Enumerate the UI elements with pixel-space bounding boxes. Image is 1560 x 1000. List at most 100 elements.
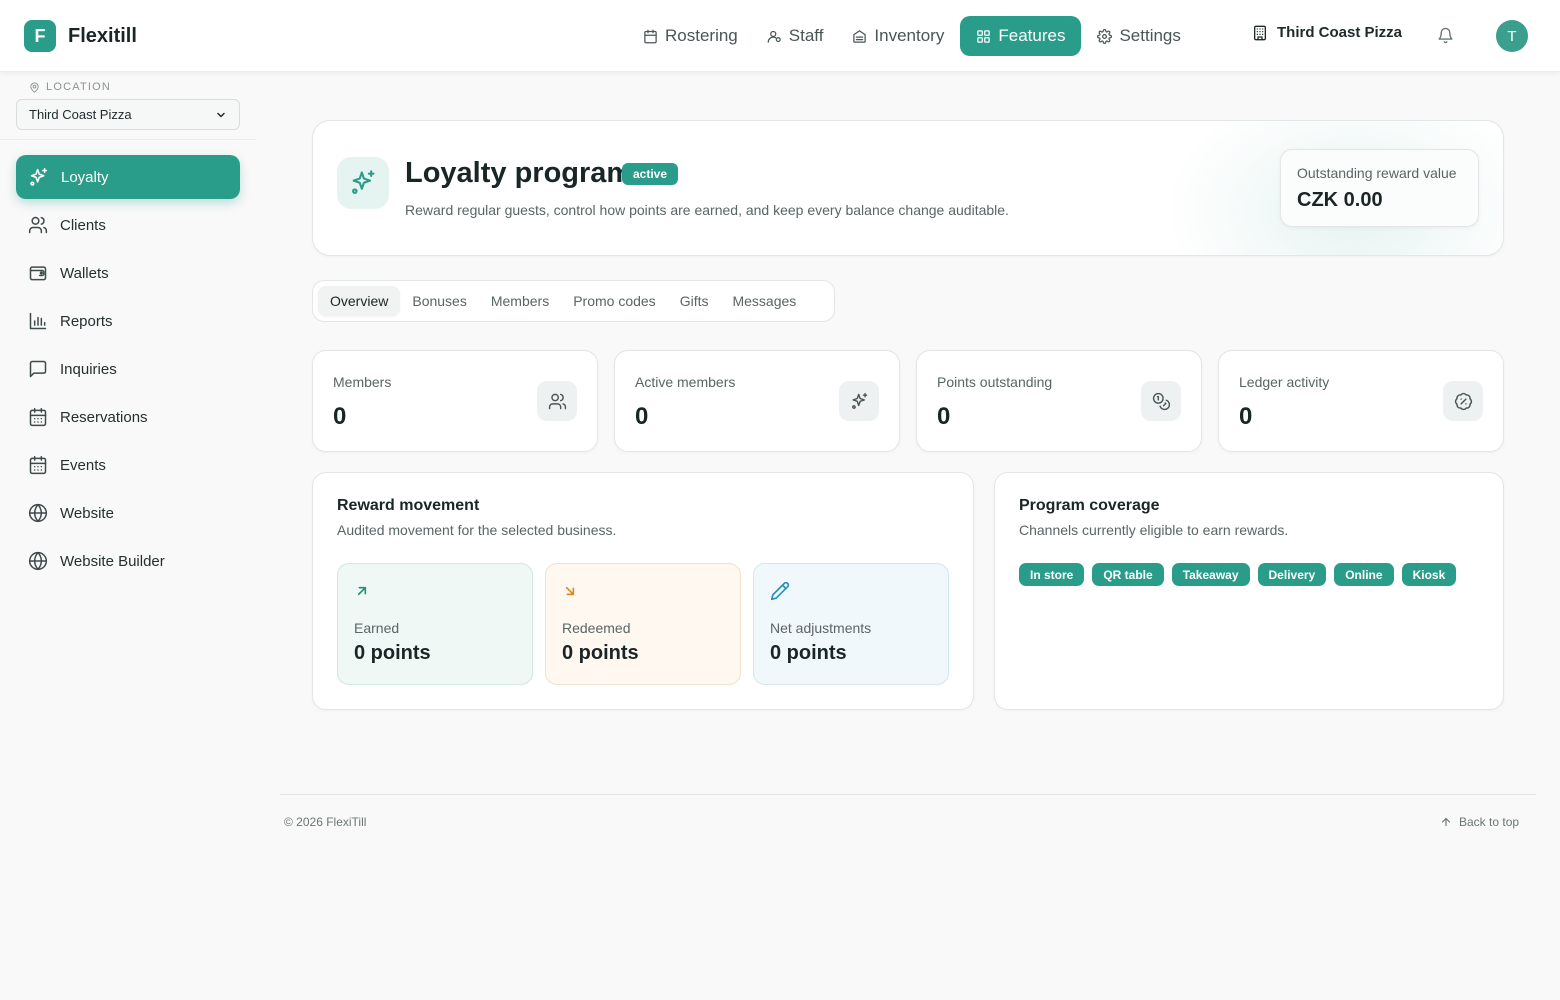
staff-icon [767,29,782,44]
bell-icon[interactable] [1437,27,1454,44]
tab-gifts[interactable]: Gifts [668,286,721,316]
back-to-top-link[interactable]: Back to top [1440,815,1519,829]
net-adjustments-label: Net adjustments [770,620,872,636]
calendar-icon [643,29,658,44]
panel-title: Reward movement [337,497,480,514]
panel-subtitle: Channels currently eligible to earn rewa… [1019,522,1289,538]
badge-percent-icon [1443,381,1483,421]
arrow-down-right-icon [562,580,724,602]
bar-chart-icon [28,311,48,331]
sidebar-item-wallets[interactable]: Wallets [16,251,240,295]
nav-label: Rostering [665,26,738,45]
sparkles-icon [839,381,879,421]
reward-value: CZK 0.00 [1297,189,1383,211]
nav-rostering[interactable]: Rostering [630,16,751,56]
stat-label: Points outstanding [937,374,1053,390]
tab-bonuses[interactable]: Bonuses [400,286,478,316]
sidebar-item-label: Website Builder [60,552,165,570]
net-adjustments-card: Net adjustments 0 points [753,563,949,685]
message-icon [28,359,48,379]
tab-messages[interactable]: Messages [720,286,808,316]
sidebar-item-label: Wallets [60,264,109,282]
sidebar-item-loyalty[interactable]: Loyalty [16,155,240,199]
loyalty-tabs: Overview Bonuses Members Promo codes Gif… [312,280,835,322]
earned-value: 0 points [354,642,431,664]
earned-label: Earned [354,620,400,636]
sidebar-item-inquiries[interactable]: Inquiries [16,347,240,391]
channel-chip-takeaway: Takeaway [1171,563,1250,586]
users-icon [28,215,48,235]
stat-card-ledger-activity: Ledger activity 0 [1218,350,1504,452]
stat-label: Active members [635,374,736,390]
stat-label: Members [333,374,392,390]
sidebar-item-website[interactable]: Website [16,491,240,535]
channel-chip-qr-table: QR table [1092,563,1164,586]
nav-inventory[interactable]: Inventory [839,16,957,56]
sparkles-icon [28,167,49,188]
globe-icon [28,503,48,523]
sidebar-item-clients[interactable]: Clients [16,203,240,247]
brand[interactable]: F Flexitill [24,20,137,52]
nav-settings[interactable]: Settings [1084,16,1193,56]
redeemed-card: Redeemed 0 points [545,563,741,685]
sidebar-item-website-builder[interactable]: Website Builder [16,539,240,583]
nav-label: Features [998,26,1066,45]
reward-label: Outstanding reward value [1297,165,1457,181]
globe-icon [28,551,48,571]
brand-logo: F [24,20,56,52]
grid-icon [976,29,991,44]
location-select[interactable]: Third Coast Pizza [16,99,240,130]
reward-movement-panel: Reward movement Audited movement for the… [312,472,974,710]
nav-label: Settings [1119,26,1181,45]
sidebar-menu: Loyalty Clients Wallets Reports Inquirie… [16,155,240,587]
back-to-top-label: Back to top [1459,815,1520,829]
pencil-icon [770,580,932,602]
main-nav: Rostering Staff Inventory Features Setti… [630,16,1197,56]
stat-value: 0 [937,403,951,430]
chevron-down-icon [215,109,227,121]
stat-card-active-members: Active members 0 [614,350,900,452]
gear-icon [1097,28,1113,44]
footer-divider [280,794,1536,795]
panel-subtitle: Audited movement for the selected busine… [337,522,617,538]
sidebar-item-events[interactable]: Events [16,443,240,487]
page-subtitle: Reward regular guests, control how point… [405,202,1009,218]
sidebar-item-reservations[interactable]: Reservations [16,395,240,439]
stat-label: Ledger activity [1239,374,1330,390]
stat-value: 0 [1239,403,1253,430]
arrow-up-icon [1440,816,1452,828]
sidebar-item-label: Clients [60,216,106,234]
tab-members[interactable]: Members [479,286,561,316]
channel-chips: In store QR table Takeaway Delivery Onli… [1019,563,1464,586]
nav-label: Staff [788,26,824,45]
panel-title: Program coverage [1019,497,1160,514]
net-adjustments-value: 0 points [770,642,847,664]
sidebar-item-reports[interactable]: Reports [16,299,240,343]
tenant-switcher[interactable]: Third Coast Pizza [1252,24,1402,41]
channel-chip-in-store: In store [1019,563,1085,586]
stat-card-points-outstanding: Points outstanding 0 [916,350,1202,452]
channel-chip-online: Online [1334,563,1394,586]
loyalty-header-card: Loyalty program active Reward regular gu… [312,120,1504,256]
location-label-text: LOCATION [46,81,112,93]
nav-staff[interactable]: Staff [754,16,837,56]
nav-features[interactable]: Features [960,16,1082,56]
sidebar-item-label: Loyalty [61,168,109,186]
sidebar-item-label: Inquiries [60,360,117,378]
redeemed-label: Redeemed [562,620,631,636]
sidebar-item-label: Reservations [60,408,148,426]
sidebar-divider [0,139,256,140]
wallet-icon [28,263,48,283]
outstanding-reward-card: Outstanding reward value CZK 0.00 [1280,149,1479,227]
status-badge: active [622,163,679,185]
redeemed-value: 0 points [562,642,639,664]
tab-overview[interactable]: Overview [318,286,401,316]
stat-card-members: Members 0 [312,350,598,452]
arrow-up-right-icon [354,580,516,602]
tab-promo-codes[interactable]: Promo codes [561,286,667,316]
inventory-icon [852,29,867,44]
calendar-icon [28,455,48,475]
avatar[interactable]: T [1496,20,1528,52]
tenant-name: Third Coast Pizza [1277,24,1403,41]
users-icon [537,381,577,421]
